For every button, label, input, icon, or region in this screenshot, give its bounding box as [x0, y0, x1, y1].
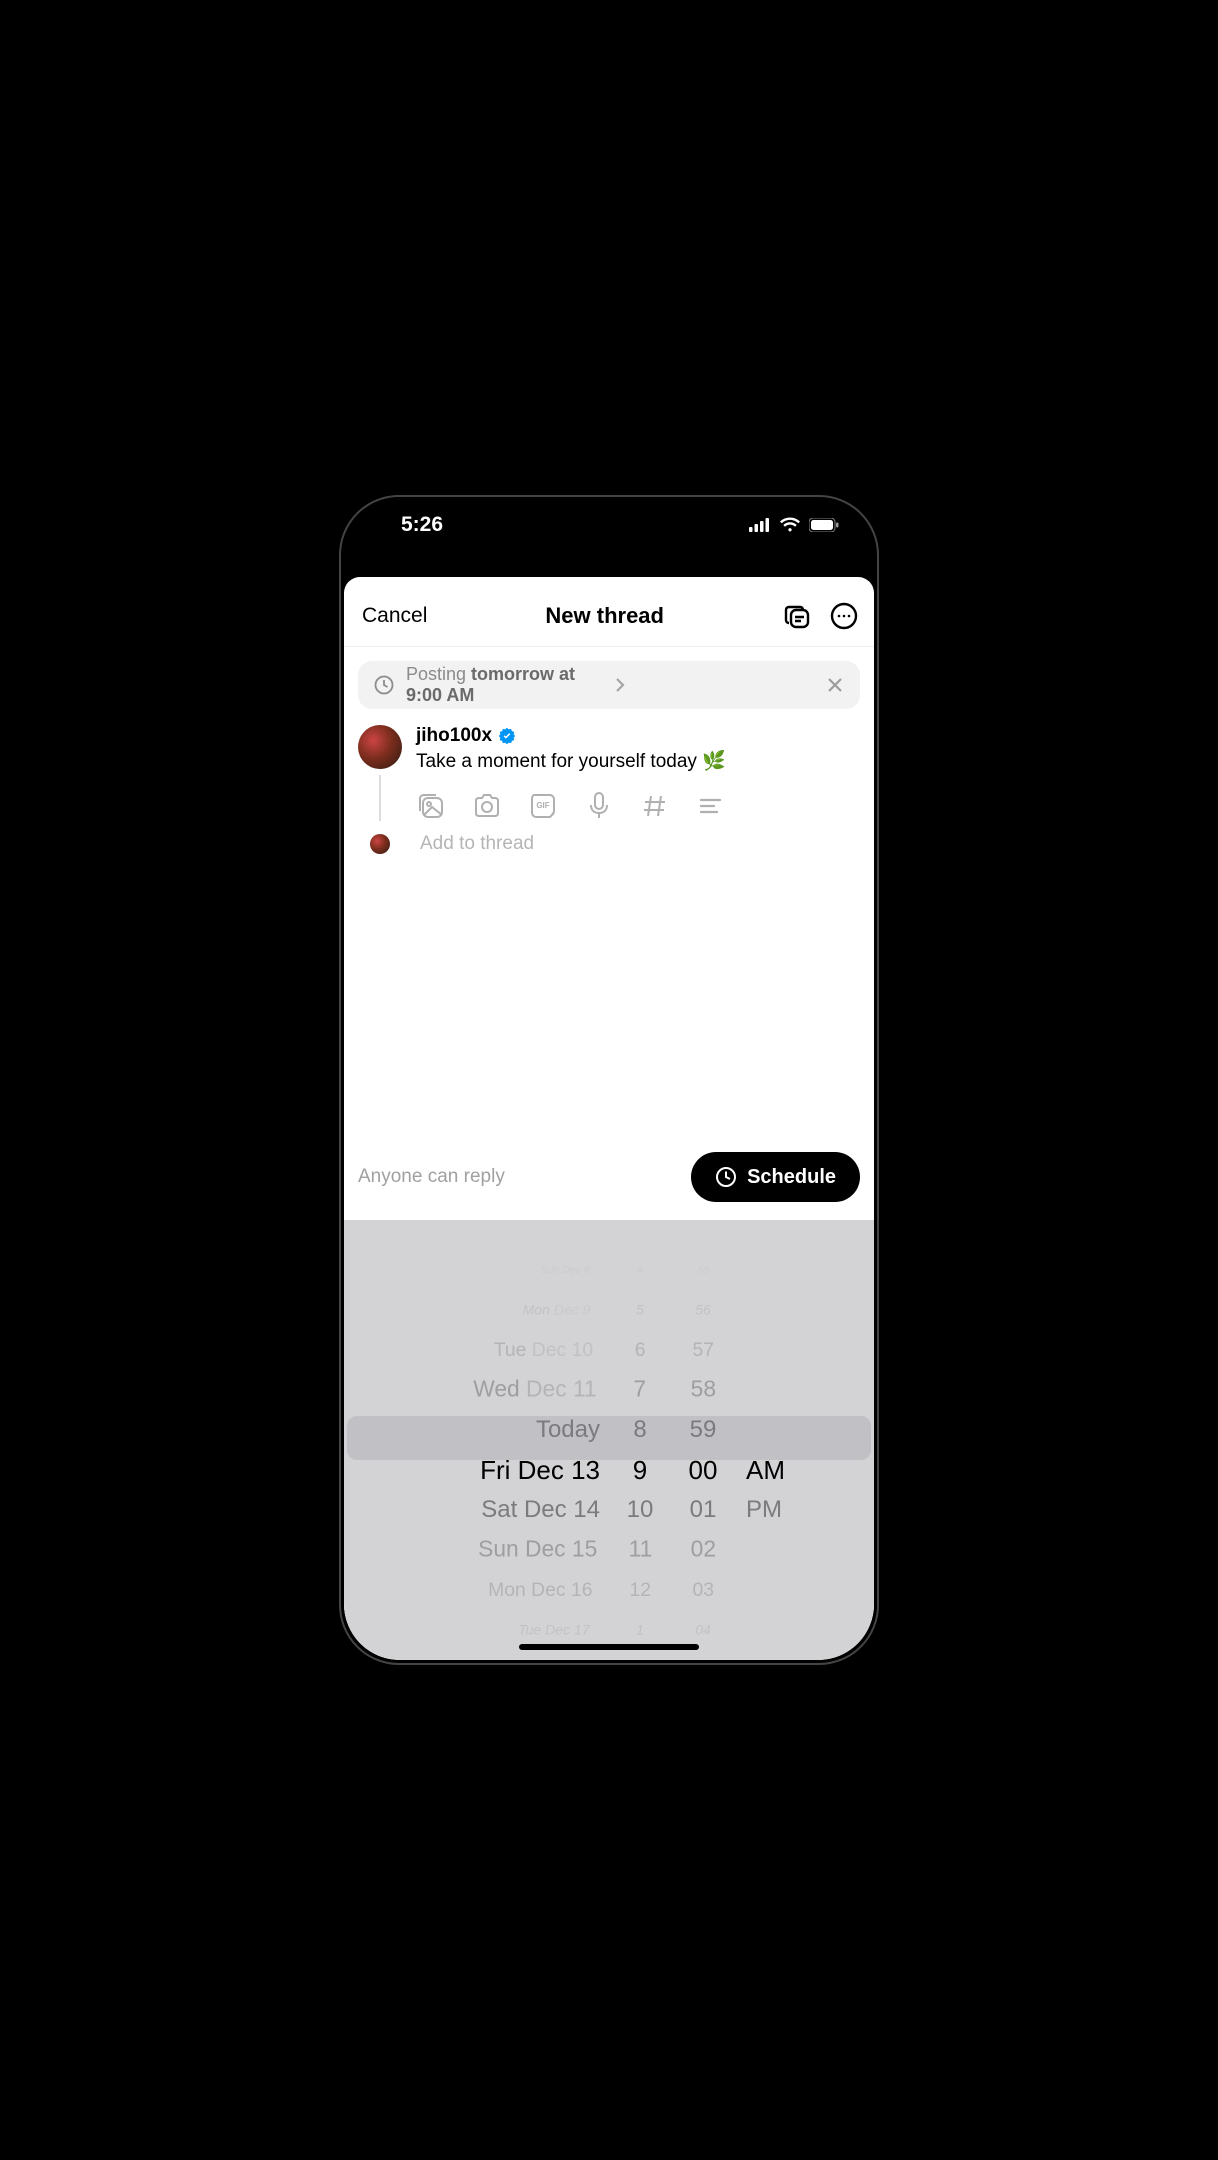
- mic-icon: [587, 791, 611, 821]
- picker-item: Sun Dec 15: [478, 1531, 597, 1569]
- picker-item: 7: [634, 1371, 647, 1409]
- modal-title: New thread: [545, 603, 664, 629]
- attach-audio-button[interactable]: [584, 791, 614, 821]
- clock-icon: [374, 675, 394, 695]
- attach-gif-button[interactable]: GIF: [528, 791, 558, 821]
- picker-item: Tue Dec 17: [518, 1614, 590, 1645]
- picker-item: 11: [628, 1531, 652, 1569]
- picker-item-selected: Fri Dec 13: [480, 1450, 600, 1490]
- battery-icon: [809, 518, 839, 532]
- username[interactable]: jiho100x: [416, 725, 860, 747]
- picker-item-selected: 00: [689, 1450, 718, 1490]
- image-icon: [416, 791, 446, 821]
- reply-setting-button[interactable]: Anyone can reply: [358, 1166, 505, 1188]
- picker-item: 01: [690, 1490, 717, 1530]
- picker-item-selected: AM: [746, 1450, 785, 1490]
- picker-item: PM: [746, 1490, 782, 1530]
- cancel-button[interactable]: Cancel: [362, 604, 427, 628]
- picker-item-selected: 9: [633, 1450, 647, 1490]
- schedule-info-banner[interactable]: Posting tomorrow at 9:00 AM: [358, 661, 860, 709]
- schedule-button-label: Schedule: [747, 1166, 836, 1189]
- attach-camera-button[interactable]: [472, 791, 502, 821]
- picker-item: 05: [697, 1656, 709, 1660]
- picker-item: 10: [627, 1490, 654, 1530]
- schedule-button[interactable]: Schedule: [691, 1152, 860, 1202]
- picker-item: 5: [636, 1294, 644, 1325]
- picker-item: 2: [637, 1656, 643, 1660]
- picker-item: 04: [695, 1614, 711, 1645]
- picker-item: 59: [690, 1410, 717, 1450]
- status-bar: 5:26: [341, 497, 877, 553]
- picker-item: 58: [690, 1371, 715, 1409]
- post-text-input[interactable]: Take a moment for yourself today 🌿: [416, 749, 860, 773]
- home-indicator[interactable]: [519, 1644, 699, 1650]
- more-button[interactable]: [828, 600, 860, 632]
- verified-badge-icon: [498, 727, 516, 745]
- date-wheel[interactable]: Sun Dec 8 Mon Dec 9 Tue Dec 10 Wed Dec 1…: [420, 1250, 600, 1660]
- status-time: 5:26: [401, 513, 443, 537]
- picker-item: 02: [690, 1531, 715, 1569]
- compose-footer: Anyone can reply Schedule: [344, 1140, 874, 1220]
- hour-wheel[interactable]: 4 5 6 7 8 9 10 11 12 1 2: [620, 1250, 660, 1660]
- picker-item: 56: [695, 1294, 711, 1325]
- avatar[interactable]: [358, 725, 402, 769]
- picker-item: Mon Dec 16: [488, 1572, 592, 1607]
- drafts-icon: [783, 601, 813, 631]
- add-to-thread-label: Add to thread: [420, 833, 534, 855]
- picker-item: 6: [635, 1332, 646, 1367]
- picker-item: 4: [637, 1256, 643, 1284]
- picker-item: Tue Dec 10: [494, 1332, 593, 1367]
- ampm-wheel[interactable]: . . . . . AM PM: [746, 1250, 798, 1660]
- attach-image-button[interactable]: [416, 791, 446, 821]
- picker-item: 12: [629, 1572, 651, 1607]
- chevron-right-icon: [615, 677, 625, 693]
- camera-icon: [472, 792, 502, 820]
- picker-item: Today: [536, 1410, 600, 1450]
- picker-item: Wed Dec 18: [530, 1656, 588, 1660]
- compose-sheet: Cancel New thread Posting tomorrow at 9:…: [344, 585, 874, 1660]
- poll-icon: [698, 796, 724, 816]
- picker-item: 55: [697, 1256, 709, 1284]
- picker-item: 03: [692, 1572, 714, 1607]
- picker-item: Mon Dec 9: [523, 1294, 591, 1325]
- picker-item: Wed Dec 11: [473, 1371, 596, 1409]
- more-icon: [829, 601, 859, 631]
- attachment-toolbar: GIF: [416, 791, 860, 821]
- clock-icon: [715, 1166, 737, 1188]
- minute-wheel[interactable]: 55 56 57 58 59 00 01 02 03 04 05: [680, 1250, 726, 1660]
- cellular-icon: [749, 518, 771, 532]
- schedule-info-text: Posting tomorrow at 9:00 AM: [406, 664, 607, 706]
- hashtag-icon: [642, 793, 668, 819]
- thread-line: [379, 775, 381, 821]
- status-indicators: [749, 517, 839, 533]
- drafts-button[interactable]: [782, 600, 814, 632]
- picker-item: 57: [692, 1332, 714, 1367]
- wifi-icon: [779, 517, 801, 533]
- picker-item: Sun Dec 8: [540, 1256, 589, 1284]
- attach-hashtag-button[interactable]: [640, 791, 670, 821]
- compose-area: jiho100x Take a moment for yourself toda…: [344, 725, 874, 821]
- modal-header: Cancel New thread: [344, 585, 874, 647]
- gif-icon: GIF: [528, 791, 558, 821]
- attach-poll-button[interactable]: [696, 791, 726, 821]
- picker-item: 1: [636, 1614, 644, 1645]
- picker-item: 8: [633, 1410, 646, 1450]
- avatar-small: [370, 834, 390, 854]
- add-to-thread-row[interactable]: Add to thread: [344, 833, 874, 855]
- phone-frame: 5:26 Cancel New thread: [339, 495, 879, 1665]
- svg-text:GIF: GIF: [536, 801, 549, 810]
- picker-item: Sat Dec 14: [481, 1490, 600, 1530]
- dismiss-banner-button[interactable]: [826, 676, 844, 694]
- datetime-picker[interactable]: Sun Dec 8 Mon Dec 9 Tue Dec 10 Wed Dec 1…: [344, 1220, 874, 1660]
